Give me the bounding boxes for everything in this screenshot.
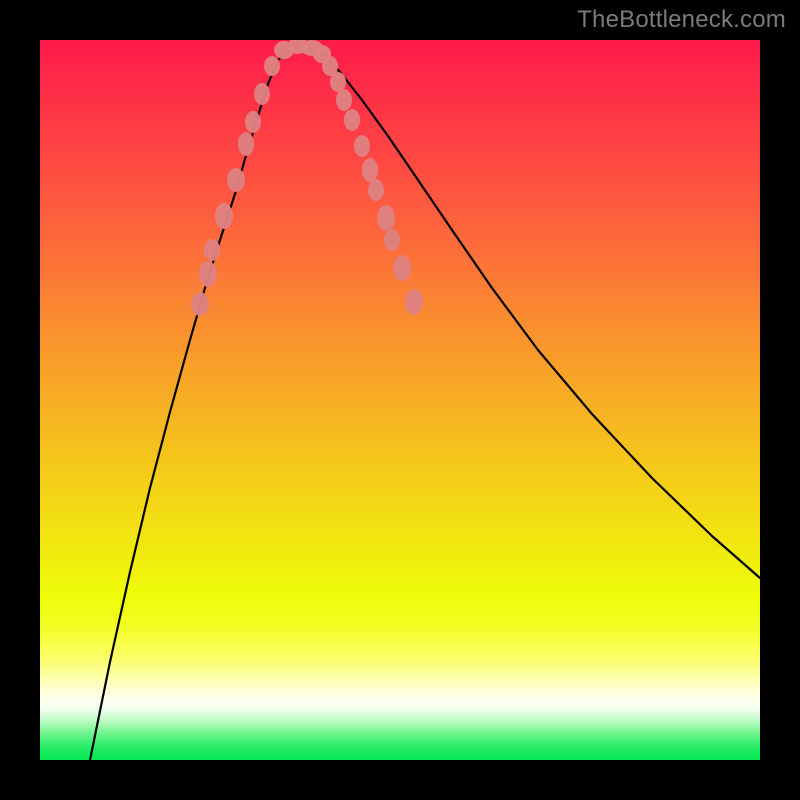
- curve-marker: [393, 255, 411, 281]
- curve-marker: [245, 111, 261, 133]
- curve-marker: [377, 205, 395, 231]
- watermark-text: TheBottleneck.com: [577, 6, 786, 34]
- curve-marker: [254, 83, 270, 105]
- curve-marker: [191, 292, 209, 316]
- curve-marker: [215, 203, 233, 229]
- curve-marker: [354, 135, 370, 157]
- curve-marker: [368, 179, 384, 201]
- curve-marker: [204, 239, 220, 261]
- curve-marker: [264, 56, 280, 76]
- curve-marker: [199, 261, 217, 287]
- curve-marker: [227, 168, 245, 192]
- chart-frame: TheBottleneck.com: [0, 0, 800, 800]
- bottleneck-curve: [40, 40, 760, 760]
- curve-marker: [344, 109, 360, 131]
- plot-area: [40, 40, 760, 760]
- curve-marker: [238, 132, 254, 156]
- curve-marker: [336, 89, 352, 111]
- curve-marker: [405, 289, 423, 315]
- curve-marker: [384, 229, 400, 251]
